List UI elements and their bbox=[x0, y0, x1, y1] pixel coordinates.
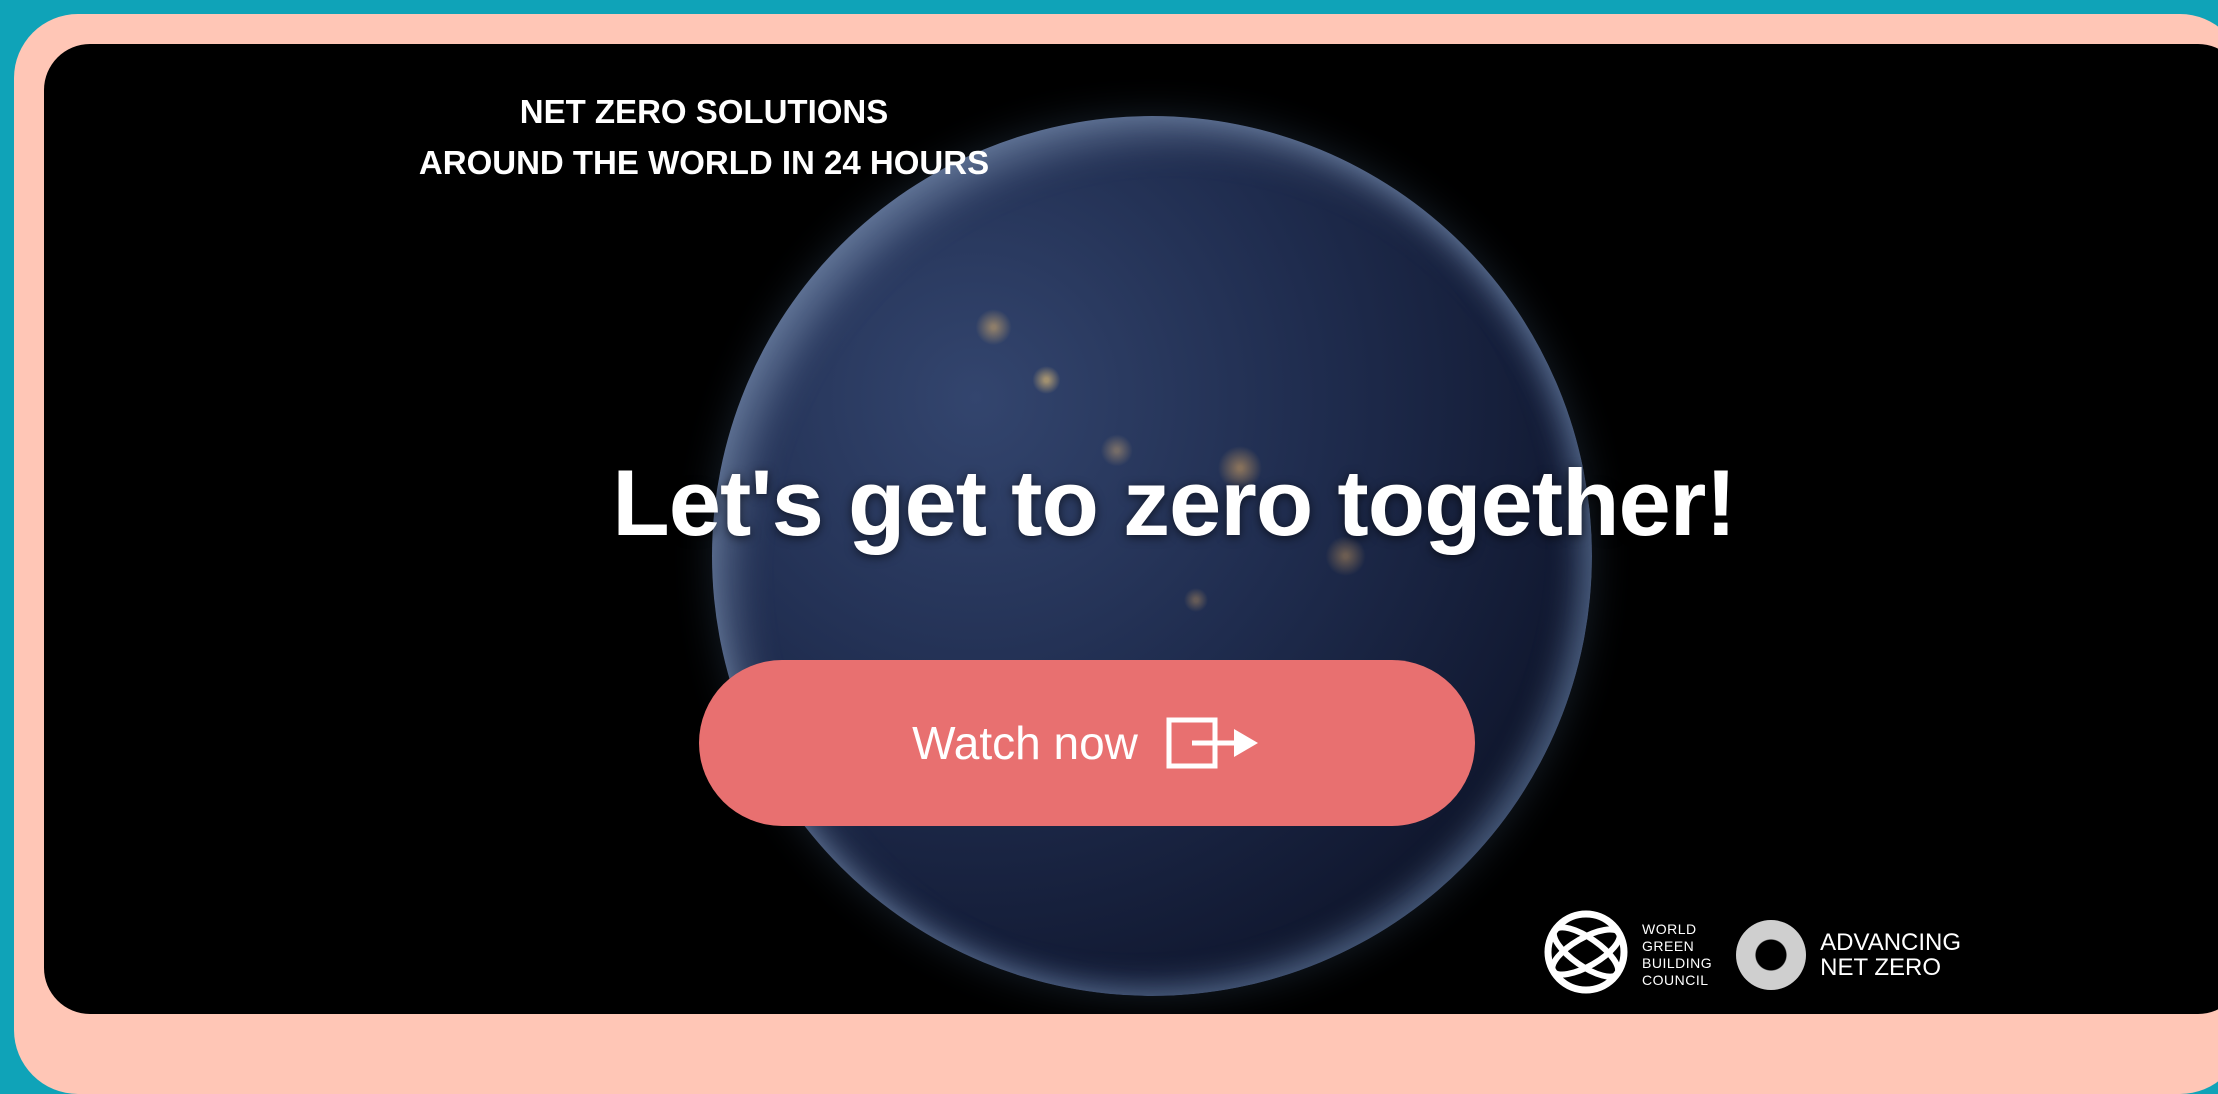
wgbc-line-1: WORLD bbox=[1642, 920, 1697, 937]
watch-now-label: Watch now bbox=[912, 717, 1138, 769]
anz-line-1: ADVANCING bbox=[1820, 928, 1962, 956]
anz-wordmark: ADVANCING NET ZERO bbox=[1820, 930, 1961, 980]
wgbc-line-3: BUILDING bbox=[1642, 954, 1713, 971]
partner-logos: WORLD GREEN BUILDING COUNCIL ADVANCING N… bbox=[1542, 908, 1961, 1001]
wgbc-line-2: GREEN bbox=[1642, 937, 1695, 954]
advancing-net-zero-logo: ADVANCING NET ZERO bbox=[1736, 919, 1961, 990]
enter-arrow-icon bbox=[1166, 717, 1262, 769]
watch-now-button[interactable]: Watch now bbox=[699, 660, 1475, 826]
hero-video[interactable]: NET ZERO SOLUTIONS AROUND THE WORLD IN 2… bbox=[44, 44, 2218, 1014]
anz-line-2: NET ZERO bbox=[1820, 953, 1942, 981]
video-caption: NET ZERO SOLUTIONS AROUND THE WORLD IN 2… bbox=[344, 86, 1064, 188]
wgbc-wordmark: WORLD GREEN BUILDING COUNCIL bbox=[1642, 921, 1712, 989]
headline: Let's get to zero together! bbox=[612, 450, 1736, 555]
anz-ring-icon bbox=[1736, 919, 1807, 990]
wgbc-globe-icon bbox=[1542, 908, 1630, 1001]
caption-line-1: NET ZERO SOLUTIONS bbox=[519, 93, 889, 130]
wgbc-line-4: COUNCIL bbox=[1642, 971, 1709, 988]
wgbc-logo: WORLD GREEN BUILDING COUNCIL bbox=[1542, 908, 1712, 1001]
caption-line-2: AROUND THE WORLD IN 24 HOURS bbox=[418, 144, 990, 181]
